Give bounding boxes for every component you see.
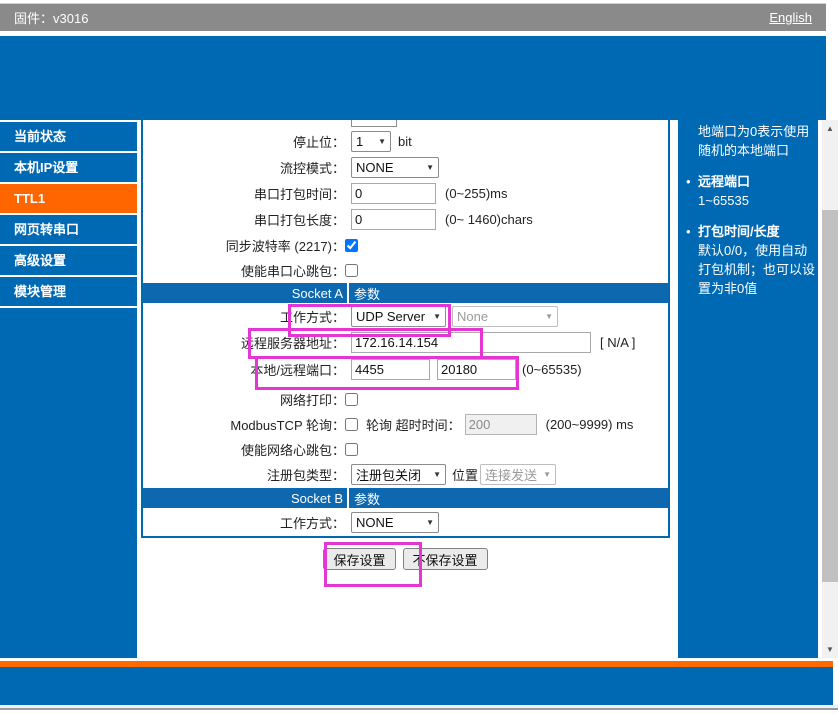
pack-length-label: 串口打包长度：	[253, 213, 345, 228]
sidebar-item-module-manage[interactable]: 模块管理	[0, 277, 137, 308]
net-print-label: 网络打印：	[279, 392, 345, 408]
remote-server-label: 远程服务器地址：	[240, 336, 345, 351]
remote-server-hint: [ N/A ]	[600, 335, 636, 350]
work-mode-a-secondary-select: None ▼	[452, 306, 558, 327]
scroll-down-icon[interactable]: ▼	[822, 641, 838, 658]
sidebar-item-web-to-serial[interactable]: 网页转串口	[0, 215, 137, 246]
socket-a-header: Socket A 参数	[143, 283, 668, 303]
socket-b-title: Socket B	[290, 490, 343, 506]
footer-banner	[0, 667, 833, 705]
socket-a-subtitle: 参数	[347, 283, 668, 303]
help-item-pack-time-length: • 打包时间/长度 默认0/0，使用自动 打包机制；也可以设 置为非0值	[686, 224, 816, 296]
work-mode-a-select[interactable]: UDP Server ▼	[351, 306, 446, 327]
sidebar-item-advanced[interactable]: 高级设置	[0, 246, 137, 277]
reg-packet-pos-label: 位置	[452, 468, 479, 483]
row-work-mode-b: 工作方式： NONE ▼	[143, 512, 668, 533]
remote-server-input[interactable]	[351, 332, 591, 353]
chevron-down-icon: ▼	[426, 163, 434, 172]
row-ports: 本地/远程端口： (0~65535)	[143, 359, 668, 380]
local-port-input[interactable]	[351, 359, 430, 380]
chevron-down-icon: ▼	[378, 137, 386, 146]
bullet-icon: •	[686, 224, 691, 239]
modbus-timeout-input	[464, 414, 537, 435]
pack-time-label: 串口打包时间：	[253, 187, 345, 202]
row-work-mode-a: 工作方式： UDP Server ▼ None ▼	[143, 306, 668, 327]
chevron-down-icon: ▼	[426, 518, 434, 527]
flow-control-select[interactable]: NONE ▼	[351, 157, 439, 178]
net-heartbeat-label: 使能网络心跳包：	[240, 442, 345, 458]
bottom-border-line	[0, 708, 838, 710]
serial-heartbeat-label: 使能串口心跳包：	[240, 263, 345, 279]
bullet-icon: •	[686, 174, 691, 189]
stop-bits-select[interactable]: 1 ▼	[351, 131, 391, 152]
sync-baud-checkbox[interactable]	[345, 238, 358, 252]
discard-settings-button[interactable]: 不保存设置	[402, 548, 488, 570]
socket-b-subtitle: 参数	[347, 488, 668, 508]
row-pack-time: 串口打包时间： (0~255)ms	[143, 183, 668, 204]
pack-length-hint: (0~ 1460)chars	[445, 212, 533, 227]
pack-length-input[interactable]	[351, 209, 436, 230]
net-print-checkbox[interactable]	[345, 392, 358, 406]
ports-hint: (0~65535)	[522, 362, 582, 377]
net-heartbeat-checkbox[interactable]	[345, 442, 358, 456]
chevron-down-icon: ▼	[545, 312, 553, 321]
scrollbar-thumb[interactable]	[822, 210, 838, 582]
socket-b-header: Socket B 参数	[143, 488, 668, 508]
pack-time-input[interactable]	[351, 183, 436, 204]
settings-form-panel: 停止位： 1 ▼ bit 流控模式： NONE ▼ 串口打包时间： (0~255…	[141, 120, 670, 538]
titlebar: 固件：v3016 English	[0, 3, 826, 31]
modbus-label: ModbusTCP 轮询：	[230, 418, 345, 433]
ports-label: 本地/远程端口：	[250, 363, 345, 378]
row-reg-packet: 注册包类型： 注册包关闭 ▼ 位置 连接发送 ▼	[143, 464, 668, 485]
sidebar-item-ttl1[interactable]: TTL1	[0, 184, 137, 215]
row-flow-control: 流控模式： NONE ▼	[143, 157, 668, 178]
row-net-heartbeat: 使能网络心跳包：	[143, 441, 668, 458]
chevron-down-icon: ▼	[433, 312, 441, 321]
row-sync-baud: 同步波特率 (2217)：	[143, 237, 668, 254]
row-stop-bits: 停止位： 1 ▼ bit	[143, 131, 668, 152]
work-mode-a-label: 工作方式：	[279, 310, 345, 325]
flow-control-label: 流控模式：	[279, 161, 345, 176]
row-net-print: 网络打印：	[143, 391, 668, 408]
modbus-checkbox[interactable]	[345, 418, 358, 431]
save-settings-button[interactable]: 保存设置	[323, 548, 396, 570]
stop-bits-unit: bit	[398, 134, 412, 149]
help-sidebar: 地端口为0表示使用 随机的本地端口 • 远程端口 1~65535 • 打包时间/…	[678, 120, 818, 658]
truncated-select[interactable]	[351, 120, 397, 127]
sync-baud-label: 同步波特率 (2217)：	[225, 238, 345, 254]
reg-packet-select[interactable]: 注册包关闭 ▼	[351, 464, 446, 485]
reg-packet-pos-select: 连接发送 ▼	[480, 464, 557, 485]
sidebar-item-local-ip[interactable]: 本机IP设置	[0, 153, 137, 184]
form-actions: 保存设置 不保存设置	[141, 548, 670, 570]
pack-time-hint: (0~255)ms	[445, 186, 508, 201]
firmware-version-label: 固件：v3016	[14, 11, 89, 26]
remote-port-input[interactable]	[437, 359, 516, 380]
sidebar-item-current-status[interactable]: 当前状态	[0, 122, 137, 153]
row-modbus: ModbusTCP 轮询： 轮询 超时时间： (200~9999) ms	[143, 414, 668, 435]
row-remote-server: 远程服务器地址： [ N/A ]	[143, 332, 668, 353]
vertical-scrollbar[interactable]: ▲ ▼	[822, 120, 838, 658]
help-item-remote-port: • 远程端口 1~65535	[686, 174, 751, 208]
row-serial-heartbeat: 使能串口心跳包：	[143, 262, 668, 279]
work-mode-b-label: 工作方式：	[279, 516, 345, 531]
modbus-hint: (200~9999) ms	[545, 417, 634, 432]
header-banner	[0, 36, 826, 120]
chevron-down-icon: ▼	[433, 470, 441, 479]
stop-bits-label: 停止位：	[292, 135, 345, 150]
reg-packet-label: 注册包类型：	[266, 468, 345, 483]
help-continuation: 地端口为0表示使用 随机的本地端口	[698, 124, 810, 158]
modbus-timeout-label: 轮询 超时时间：	[366, 418, 461, 433]
socket-a-title: Socket A	[291, 285, 343, 301]
scroll-up-icon[interactable]: ▲	[822, 120, 838, 137]
work-mode-b-select[interactable]: NONE ▼	[351, 512, 439, 533]
row-pack-length: 串口打包长度： (0~ 1460)chars	[143, 209, 668, 230]
english-language-link[interactable]: English	[769, 10, 812, 25]
sidebar-nav: 当前状态 本机IP设置 TTL1 网页转串口 高级设置 模块管理	[0, 120, 137, 658]
chevron-down-icon: ▼	[543, 470, 552, 479]
serial-heartbeat-checkbox[interactable]	[345, 263, 358, 277]
